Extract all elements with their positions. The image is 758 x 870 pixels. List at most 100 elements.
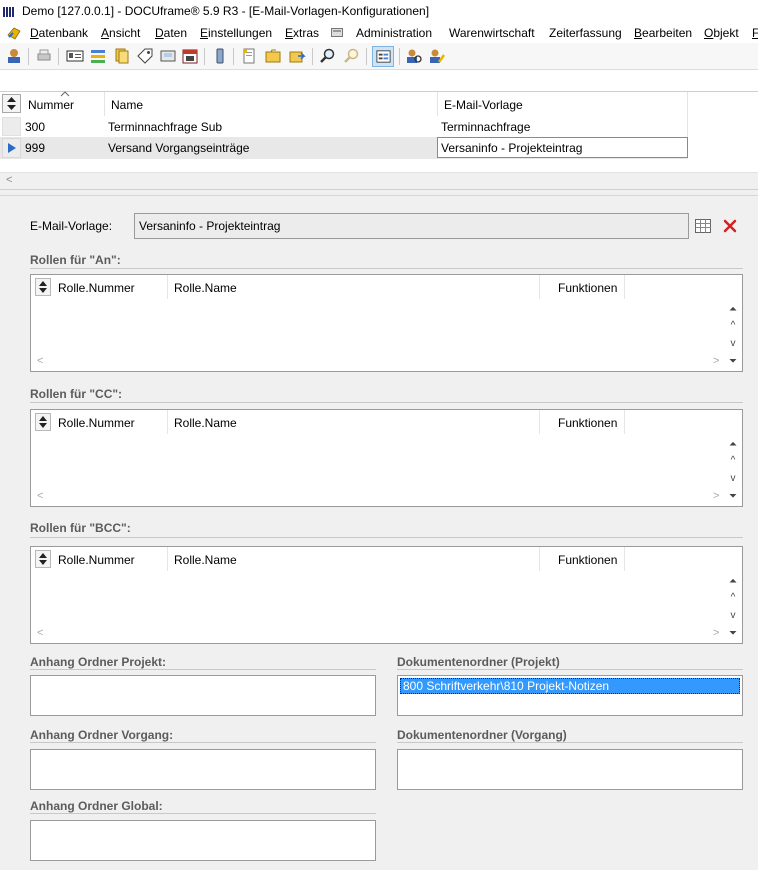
form-view-toggle[interactable] bbox=[372, 46, 394, 67]
col-rolle-nummer[interactable]: Rolle.Nummer bbox=[58, 553, 135, 567]
calendar-icon[interactable] bbox=[181, 47, 199, 65]
scroll-left-icon[interactable]: < bbox=[37, 490, 43, 502]
menu-administration[interactable]: Administration bbox=[356, 26, 432, 40]
anhang-vorgang-heading: Anhang Ordner Vorgang: bbox=[30, 728, 174, 742]
mobile-icon[interactable] bbox=[211, 47, 229, 65]
table-picker-icon[interactable] bbox=[695, 219, 711, 233]
sort-button[interactable] bbox=[35, 413, 51, 431]
form-view-icon bbox=[376, 50, 391, 63]
table-row-selected[interactable]: 999 Versand Vorgangseinträge Versaninfo … bbox=[0, 137, 688, 159]
search-disabled-icon[interactable] bbox=[343, 47, 361, 65]
menu-warenwirtschaft[interactable]: Warenwirtschaft bbox=[449, 26, 535, 40]
export-folder-icon[interactable] bbox=[288, 47, 306, 65]
scroll-top-icon[interactable]: ⏶ bbox=[727, 438, 739, 451]
admin-icon bbox=[331, 28, 343, 37]
dok-vorgang-heading: Dokumentenordner (Vorgang) bbox=[397, 728, 567, 742]
col-divider bbox=[539, 547, 540, 571]
grid-hscrollbar[interactable]: < bbox=[0, 172, 758, 190]
tag-icon[interactable] bbox=[136, 47, 154, 65]
menu-app-icon[interactable] bbox=[6, 25, 22, 41]
filter-bar bbox=[0, 70, 758, 92]
toolbar-separator bbox=[28, 48, 29, 65]
toolbar-separator bbox=[233, 48, 234, 65]
anhang-projekt-heading: Anhang Ordner Projekt: bbox=[30, 655, 167, 669]
menu-zeiterfassung[interactable]: Zeiterfassung bbox=[549, 26, 622, 40]
menu-daten[interactable]: Daten bbox=[155, 26, 187, 40]
task-list-icon[interactable] bbox=[89, 47, 107, 65]
toolbar-separator bbox=[58, 48, 59, 65]
anhang-vorgang-list[interactable] bbox=[30, 749, 376, 790]
delete-icon[interactable] bbox=[722, 218, 738, 234]
menu-einstellungen[interactable]: Einstellungen bbox=[200, 26, 272, 40]
col-divider bbox=[167, 547, 168, 571]
col-rolle-name[interactable]: Rolle.Name bbox=[174, 416, 237, 430]
section-rule bbox=[30, 813, 376, 814]
scroll-down-icon[interactable]: v bbox=[727, 609, 739, 622]
scroll-bottom-icon[interactable]: ⏷ bbox=[727, 627, 739, 640]
scroll-up-icon[interactable]: ^ bbox=[727, 454, 739, 467]
print-icon[interactable] bbox=[35, 47, 53, 65]
scroll-top-icon[interactable]: ⏶ bbox=[727, 575, 739, 588]
col-rolle-nummer[interactable]: Rolle.Nummer bbox=[58, 416, 135, 430]
col-funktionen[interactable]: Funktionen bbox=[558, 281, 617, 295]
search-icon[interactable] bbox=[319, 47, 337, 65]
dok-projekt-heading: Dokumentenordner (Projekt) bbox=[397, 655, 560, 669]
col-rolle-name[interactable]: Rolle.Name bbox=[174, 553, 237, 567]
menu-datenbank[interactable]: Datenbank bbox=[30, 26, 88, 40]
menu-ansicht[interactable]: Ansicht bbox=[101, 26, 140, 40]
dok-projekt-selected-item[interactable]: 800 Schriftverkehr\810 Projekt-Notizen bbox=[400, 678, 740, 694]
documents-icon[interactable] bbox=[113, 47, 131, 65]
scroll-down-icon[interactable]: v bbox=[727, 337, 739, 350]
scroll-down-icon[interactable]: v bbox=[727, 472, 739, 485]
table-row[interactable]: 300 Terminnachfrage Sub Terminnachfrage bbox=[0, 116, 688, 137]
scroll-bottom-icon[interactable]: ⏷ bbox=[727, 490, 739, 503]
scroll-left-icon[interactable]: < bbox=[37, 627, 43, 639]
cell-name: Versand Vorgangseinträge bbox=[108, 141, 250, 155]
scroll-left-icon[interactable]: < bbox=[37, 355, 43, 367]
address-card-icon[interactable] bbox=[66, 47, 84, 65]
dok-projekt-list[interactable]: 800 Schriftverkehr\810 Projekt-Notizen bbox=[397, 675, 743, 716]
scroll-right-icon[interactable]: > bbox=[713, 627, 719, 639]
col-rolle-nummer[interactable]: Rolle.Nummer bbox=[58, 281, 135, 295]
scroll-top-icon[interactable]: ⏶ bbox=[727, 303, 739, 316]
col-funktionen[interactable]: Funktionen bbox=[558, 553, 617, 567]
section-rule bbox=[30, 742, 376, 743]
dok-vorgang-list[interactable] bbox=[397, 749, 743, 790]
open-folder-icon[interactable] bbox=[264, 47, 282, 65]
anhang-projekt-list[interactable] bbox=[30, 675, 376, 716]
row-selector[interactable] bbox=[2, 138, 21, 158]
sort-ascending-indicator bbox=[60, 91, 70, 97]
section-rule bbox=[30, 402, 743, 403]
user-edit-icon[interactable] bbox=[428, 47, 446, 65]
col-funktionen[interactable]: Funktionen bbox=[558, 416, 617, 430]
grid-sort-button[interactable] bbox=[2, 94, 21, 113]
toolbar bbox=[0, 43, 758, 70]
table-header: Rolle.Nummer Rolle.Name Funktionen bbox=[31, 275, 742, 299]
scroll-up-icon[interactable]: ^ bbox=[727, 591, 739, 604]
email-vorlage-field[interactable]: Versaninfo - Projekteintrag bbox=[134, 213, 689, 239]
col-header-name[interactable]: Name bbox=[111, 98, 143, 112]
row-selector[interactable] bbox=[2, 117, 21, 136]
scroll-up-icon[interactable]: ^ bbox=[727, 319, 739, 332]
sort-button[interactable] bbox=[35, 278, 51, 296]
anhang-global-list[interactable] bbox=[30, 820, 376, 861]
sort-button[interactable] bbox=[35, 550, 51, 568]
user-search-icon[interactable] bbox=[405, 47, 423, 65]
cell-vorlage-editor[interactable]: Versaninfo - Projekteintrag bbox=[437, 137, 688, 158]
cell-vorlage: Terminnachfrage bbox=[441, 120, 531, 134]
scroll-right-icon[interactable]: > bbox=[713, 355, 719, 367]
scroll-left-icon[interactable]: < bbox=[6, 174, 12, 186]
scroll-right-icon[interactable]: > bbox=[713, 490, 719, 502]
scroll-bottom-icon[interactable]: ⏷ bbox=[727, 355, 739, 368]
new-document-icon[interactable] bbox=[240, 47, 258, 65]
col-header-vorlage[interactable]: E-Mail-Vorlage bbox=[444, 98, 523, 112]
col-rolle-name[interactable]: Rolle.Name bbox=[174, 281, 237, 295]
menu-objekt[interactable]: Objekt bbox=[704, 26, 739, 40]
menu-bearbeiten[interactable]: Bearbeiten bbox=[634, 26, 692, 40]
user-icon[interactable] bbox=[5, 47, 23, 65]
phone-icon[interactable] bbox=[159, 47, 177, 65]
toolbar-separator bbox=[204, 48, 205, 65]
menu-more[interactable]: F bbox=[752, 26, 758, 40]
col-header-nummer[interactable]: Nummer bbox=[28, 98, 74, 112]
menu-extras[interactable]: Extras bbox=[285, 26, 319, 40]
